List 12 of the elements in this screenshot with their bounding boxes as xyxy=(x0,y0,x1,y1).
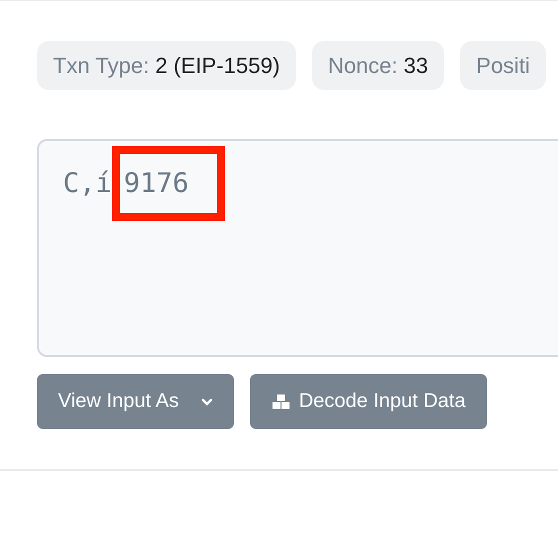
input-data-text: 9176 xyxy=(124,167,189,201)
decode-input-button[interactable]: Decode Input Data xyxy=(250,374,487,429)
badge-label: Nonce: xyxy=(328,52,398,78)
badge-value: 33 xyxy=(404,52,428,78)
chevron-down-icon xyxy=(200,398,213,406)
view-input-as-button[interactable]: View Input As xyxy=(37,374,234,429)
badge-label: Positi xyxy=(476,52,530,78)
input-data-text: C,í xyxy=(63,167,112,201)
badge-value: 2 (EIP-1559) xyxy=(155,52,280,78)
badge-label: Txn Type: xyxy=(53,52,150,78)
input-data-field[interactable]: C,í 9176 xyxy=(37,139,558,357)
cubes-icon xyxy=(270,392,291,410)
